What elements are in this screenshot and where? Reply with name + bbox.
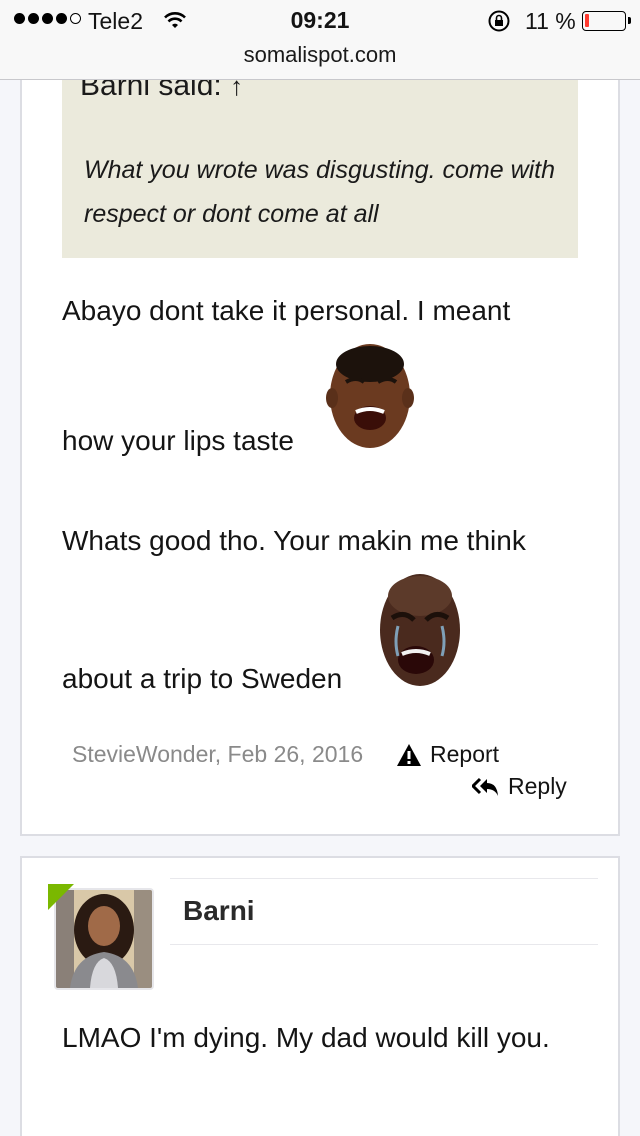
- message-line-1: Abayo dont take it personal. I meant: [62, 295, 511, 326]
- rotation-lock-icon: [488, 10, 510, 32]
- browser-top-bar: Tele2 09:21 11 % somalispot.com: [0, 0, 640, 80]
- message-line-4: about a trip to Sweden: [62, 663, 343, 694]
- battery-percent: 11 %: [525, 8, 576, 34]
- report-label: Report: [430, 741, 500, 767]
- warning-icon: [397, 743, 421, 766]
- reply-all-icon: [472, 777, 498, 796]
- quote-block: Barni said: ↑ What you wrote was disgust…: [62, 60, 578, 258]
- message-line-3: Whats good tho. Your makin me think: [62, 525, 526, 556]
- reply-button[interactable]: Reply: [472, 773, 567, 800]
- message-line-2: how your lips taste: [62, 425, 294, 456]
- post-author-date[interactable]: StevieWonder, Feb 26, 2016: [72, 741, 363, 768]
- post-message: LMAO I'm dying. My dad would kill you.: [62, 1022, 550, 1053]
- reply-label: Reply: [508, 773, 567, 799]
- username[interactable]: Barni: [183, 895, 255, 927]
- report-button[interactable]: Report: [396, 741, 499, 768]
- laughing-face-emoji: [326, 344, 414, 448]
- post-user-header: Barni: [170, 878, 598, 945]
- battery-icon: [582, 11, 631, 31]
- url-bar[interactable]: somalispot.com: [0, 42, 640, 68]
- status-bar: Tele2 09:21 11 %: [0, 0, 640, 40]
- crying-face-emoji: [380, 574, 460, 686]
- quote-text: What you wrote was disgusting. come with…: [84, 156, 556, 228]
- online-status-icon: [48, 884, 74, 910]
